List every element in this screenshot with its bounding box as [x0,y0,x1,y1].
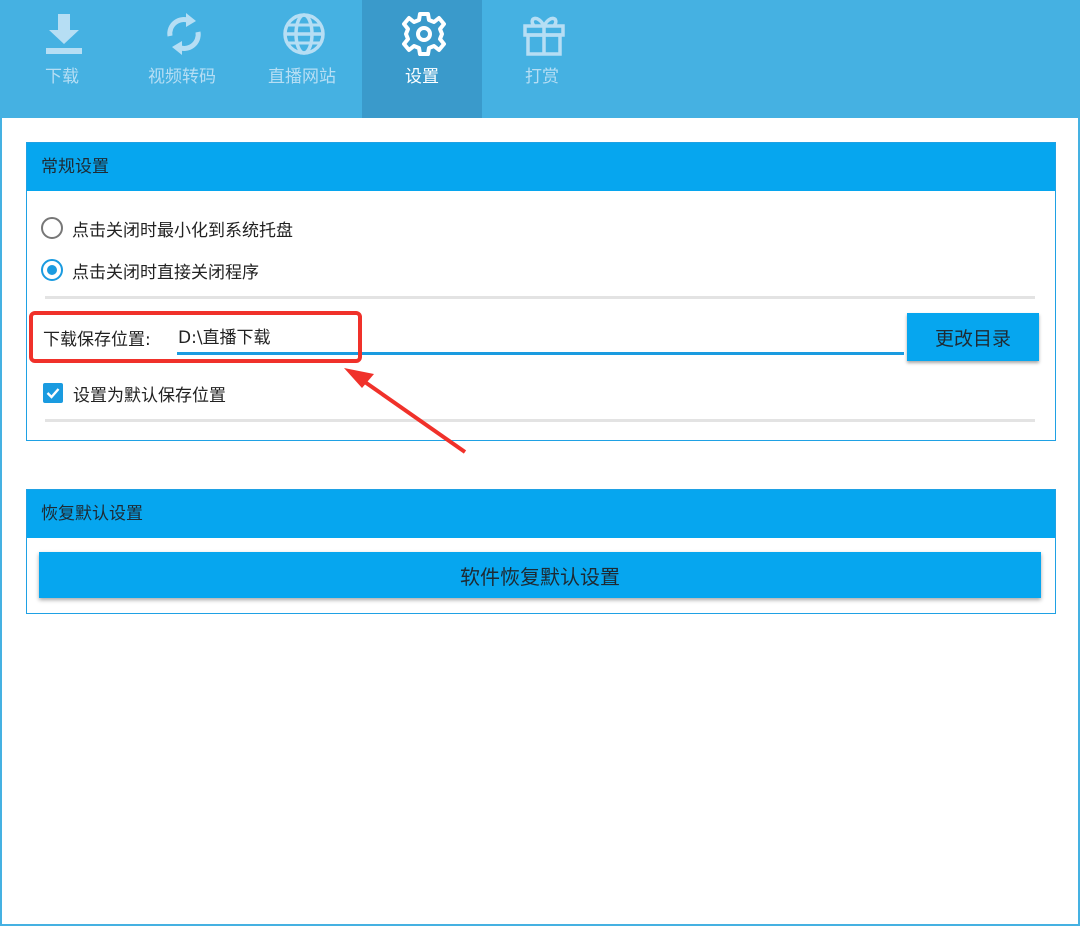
save-path-label: 下载保存位置: [43,330,151,350]
tab-label: 视频转码 [148,67,216,87]
globe-icon [280,10,328,58]
radio-label: 点击关闭时直接关闭程序 [72,262,259,283]
tab-label: 打赏 [525,67,559,87]
gift-icon [520,10,568,58]
tab-label: 设置 [405,67,439,87]
radio-minimize-to-tray[interactable]: 点击关闭时最小化到系统托盘 [41,216,293,241]
general-settings-panel: 常规设置 点击关闭时最小化到系统托盘 点击关闭时直接关闭程序 下载保存位置: 更… [26,142,1056,441]
checkbox-checked-icon[interactable] [43,383,63,403]
tab-tip[interactable]: 打赏 [482,0,602,118]
radio-button[interactable] [41,217,63,239]
restore-defaults-button[interactable]: 软件恢复默认设置 [39,552,1041,598]
tab-settings[interactable]: 设置 [362,0,482,118]
save-path-input[interactable] [177,319,904,355]
divider [45,296,1035,299]
tab-download[interactable]: 下载 [2,0,122,118]
divider [45,419,1035,422]
tab-label: 直播网站 [268,67,336,87]
checkbox-label: 设置为默认保存位置 [73,385,226,406]
panel-title: 恢复默认设置 [27,490,1055,538]
radio-label: 点击关闭时最小化到系统托盘 [72,220,293,241]
restore-defaults-panel: 恢复默认设置 软件恢复默认设置 [26,489,1056,614]
radio-button[interactable] [41,259,63,281]
convert-icon [160,10,208,58]
radio-close-program[interactable]: 点击关闭时直接关闭程序 [41,258,259,283]
gear-icon [400,10,448,58]
default-location-checkbox[interactable]: 设置为默认保存位置 [43,381,226,406]
tab-video-convert[interactable]: 视频转码 [122,0,242,118]
tab-live-sites[interactable]: 直播网站 [242,0,362,118]
panel-title: 常规设置 [27,143,1055,191]
download-icon [40,10,88,58]
tab-label: 下载 [45,67,79,87]
change-directory-button[interactable]: 更改目录 [907,313,1039,361]
top-toolbar: 下载 视频转码 直播网站 设置 打赏 [0,0,1080,118]
